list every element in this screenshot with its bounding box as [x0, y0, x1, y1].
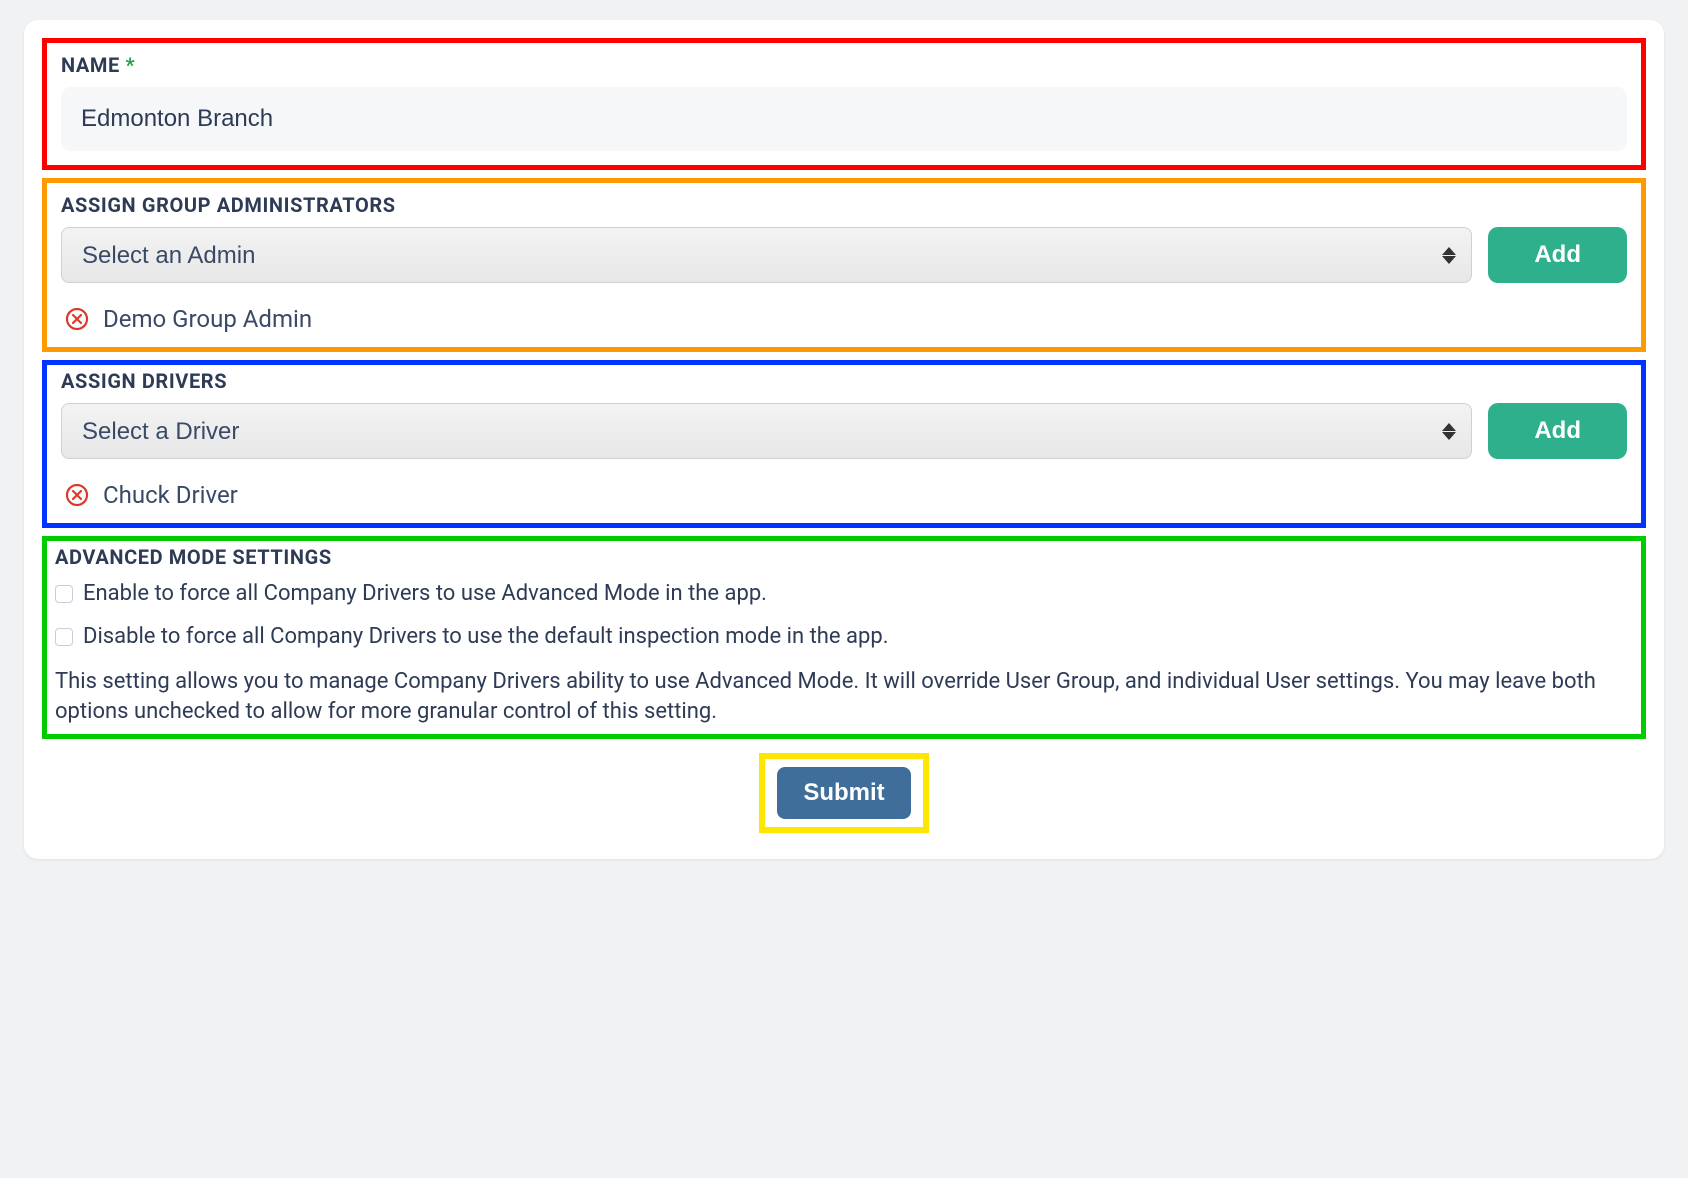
name-input[interactable] [61, 87, 1627, 151]
admin-select-wrap: Select an Admin [61, 227, 1472, 283]
assigned-admin-item: Demo Group Admin [61, 297, 1627, 333]
add-admin-button[interactable]: Add [1488, 227, 1627, 283]
submit-button[interactable]: Submit [777, 767, 910, 819]
driver-select-row: Select a Driver Add [61, 403, 1627, 459]
enable-row: Enable to force all Company Drivers to u… [55, 581, 1633, 606]
name-label-text: NAME [61, 53, 120, 77]
required-asterisk: * [125, 53, 135, 77]
disable-label: Disable to force all Company Drivers to … [83, 624, 889, 649]
advanced-description: This setting allows you to manage Compan… [55, 667, 1633, 726]
admins-label: ASSIGN GROUP ADMINISTRATORS [61, 193, 1627, 217]
enable-checkbox[interactable] [55, 585, 73, 603]
advanced-label: ADVANCED MODE SETTINGS [55, 545, 1633, 569]
assigned-driver-item: Chuck Driver [61, 473, 1627, 509]
disable-checkbox[interactable] [55, 628, 73, 646]
assigned-admin-name: Demo Group Admin [103, 305, 312, 333]
form-card: NAME * ASSIGN GROUP ADMINISTRATORS Selec… [24, 20, 1664, 859]
disable-row: Disable to force all Company Drivers to … [55, 624, 1633, 649]
advanced-section: ADVANCED MODE SETTINGS Enable to force a… [42, 536, 1646, 739]
add-driver-button[interactable]: Add [1488, 403, 1627, 459]
submit-highlight: Submit [759, 753, 928, 833]
enable-label: Enable to force all Company Drivers to u… [83, 581, 767, 606]
drivers-section: ASSIGN DRIVERS Select a Driver Add [42, 360, 1646, 528]
admins-section: ASSIGN GROUP ADMINISTRATORS Select an Ad… [42, 178, 1646, 352]
admin-select[interactable]: Select an Admin [61, 227, 1472, 283]
remove-driver-icon[interactable] [65, 483, 89, 507]
assigned-driver-name: Chuck Driver [103, 481, 238, 509]
driver-select[interactable]: Select a Driver [61, 403, 1472, 459]
drivers-label: ASSIGN DRIVERS [61, 369, 1627, 393]
driver-select-wrap: Select a Driver [61, 403, 1472, 459]
name-label: NAME * [61, 53, 1627, 77]
admin-select-row: Select an Admin Add [61, 227, 1627, 283]
submit-wrap: Submit [42, 753, 1646, 833]
remove-admin-icon[interactable] [65, 307, 89, 331]
name-section: NAME * [42, 38, 1646, 170]
